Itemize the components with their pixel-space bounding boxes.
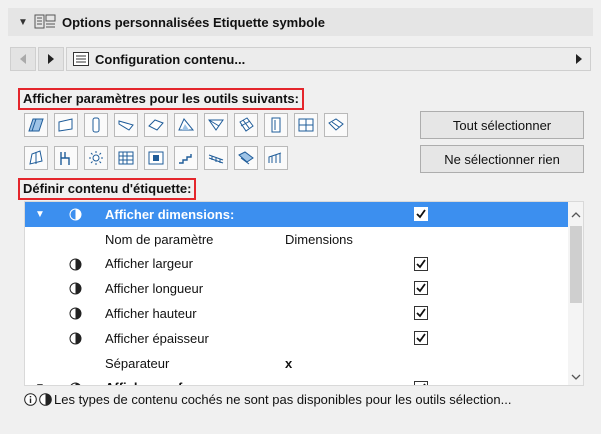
row-checkbox[interactable]: [414, 306, 428, 321]
tool-row-1: [24, 113, 348, 137]
vertical-scrollbar[interactable]: [568, 202, 583, 385]
list-row[interactable]: Afficher largeur: [25, 252, 568, 277]
page-navigator: Configuration contenu...: [10, 47, 591, 71]
list-row[interactable]: Afficher longueur: [25, 276, 568, 301]
half-mode-icon[interactable]: [69, 282, 82, 295]
list-row[interactable]: Afficher hauteur: [25, 301, 568, 326]
dropdown-caret-icon: [576, 54, 582, 64]
prev-page-button[interactable]: [10, 47, 36, 71]
row-label: Afficher épaisseur: [105, 330, 209, 346]
page-select-dropdown[interactable]: Configuration contenu...: [66, 47, 591, 71]
expand-arrow-icon[interactable]: ▼: [35, 382, 45, 385]
row-checkbox[interactable]: [414, 380, 428, 385]
slab-tool-icon[interactable]: [54, 113, 78, 137]
row-label: Séparateur: [105, 355, 170, 371]
roof-tool-icon[interactable]: [144, 113, 168, 137]
checkmark-icon: [416, 283, 426, 293]
curtain-wall-tool-icon[interactable]: [114, 146, 138, 170]
list-row[interactable]: ▼ Afficher surface: [25, 376, 568, 386]
prev-arrow-icon: [20, 54, 26, 64]
row-checkbox[interactable]: [414, 281, 428, 296]
scroll-up-icon[interactable]: [571, 210, 581, 220]
column-tool-icon[interactable]: [84, 113, 108, 137]
half-mode-icon: [39, 392, 52, 406]
zone-tool-icon[interactable]: [24, 146, 48, 170]
content-section-title: Définir contenu d'étiquette:: [18, 178, 197, 200]
next-page-button[interactable]: [38, 47, 64, 71]
morph-tool-icon[interactable]: [204, 113, 228, 137]
row-value[interactable]: x: [285, 356, 292, 371]
lamp-tool-icon[interactable]: [84, 146, 108, 170]
half-mode-icon[interactable]: [69, 332, 82, 345]
scroll-down-icon[interactable]: [571, 372, 581, 382]
checkmark-icon: [416, 308, 426, 318]
half-mode-icon[interactable]: [69, 382, 82, 386]
row-label: Afficher surface: [105, 380, 204, 385]
row-label: Afficher longueur: [105, 281, 204, 297]
row-label: Afficher hauteur: [105, 306, 197, 322]
beam-tool-icon[interactable]: [114, 113, 138, 137]
expand-arrow-icon[interactable]: ▼: [35, 209, 45, 220]
list-row[interactable]: Séparateur x: [25, 351, 568, 376]
panel-title: Options personnalisées Etiquette symbole: [62, 14, 325, 30]
label-settings-icon: [34, 14, 56, 29]
mesh-tool-icon[interactable]: [234, 113, 258, 137]
beam-segment-tool-icon[interactable]: [234, 146, 258, 170]
info-icon: [24, 392, 37, 406]
list-page-icon: [73, 52, 89, 66]
checkmark-icon: [416, 259, 426, 268]
row-checkbox[interactable]: [414, 331, 428, 345]
page-select-label: Configuration contenu...: [95, 51, 246, 67]
stair-tool-icon[interactable]: [174, 146, 198, 170]
select-none-button[interactable]: Ne sélectionner rien: [420, 145, 584, 173]
object-tool-icon[interactable]: [54, 146, 78, 170]
row-checkbox[interactable]: [414, 207, 428, 221]
row-label: Nom de paramètre: [105, 231, 214, 247]
panel-tool-icon[interactable]: [144, 146, 168, 170]
row-label: Afficher dimensions:: [105, 206, 235, 222]
row-value[interactable]: Dimensions: [285, 232, 353, 247]
next-arrow-icon: [48, 54, 54, 64]
list-row[interactable]: ▼ Afficher dimensions:: [25, 202, 568, 227]
collapse-arrow-icon[interactable]: ▼: [12, 17, 34, 28]
door-tool-icon[interactable]: [264, 113, 288, 137]
tools-section-title: Afficher paramètres pour les outils suiv…: [18, 88, 304, 110]
footer-message: Les types de contenu cochés ne sont pas …: [54, 391, 512, 407]
checkmark-icon: [416, 209, 426, 219]
tool-row-2: [24, 146, 288, 170]
railing-tool-icon[interactable]: [204, 146, 228, 170]
panel-header[interactable]: ▼ Options personnalisées Etiquette symbo…: [8, 8, 593, 36]
half-mode-icon[interactable]: [69, 258, 82, 271]
wall-tool-icon[interactable]: [24, 113, 48, 137]
skylight-tool-icon[interactable]: [324, 113, 348, 137]
select-all-button[interactable]: Tout sélectionner: [420, 111, 584, 139]
label-content-list[interactable]: ▼ Afficher dimensions: Nom de paramètre Dim…: [24, 201, 584, 386]
half-mode-icon[interactable]: [69, 307, 82, 320]
list-row[interactable]: Nom de paramètre Dimensions: [25, 227, 568, 252]
list-row[interactable]: Afficher épaisseur: [25, 326, 568, 351]
half-mode-icon[interactable]: [69, 208, 82, 221]
window-tool-icon[interactable]: [294, 113, 318, 137]
wall-end-tool-icon[interactable]: [264, 146, 288, 170]
checkmark-icon: [422, 383, 426, 385]
checkmark-icon: [416, 333, 426, 343]
row-label: Afficher largeur: [105, 256, 193, 272]
scrollbar-thumb[interactable]: [570, 226, 582, 303]
status-footer: Les types de contenu cochés ne sont pas …: [24, 389, 594, 409]
shell-tool-icon[interactable]: [174, 113, 198, 137]
row-checkbox[interactable]: [414, 256, 428, 271]
